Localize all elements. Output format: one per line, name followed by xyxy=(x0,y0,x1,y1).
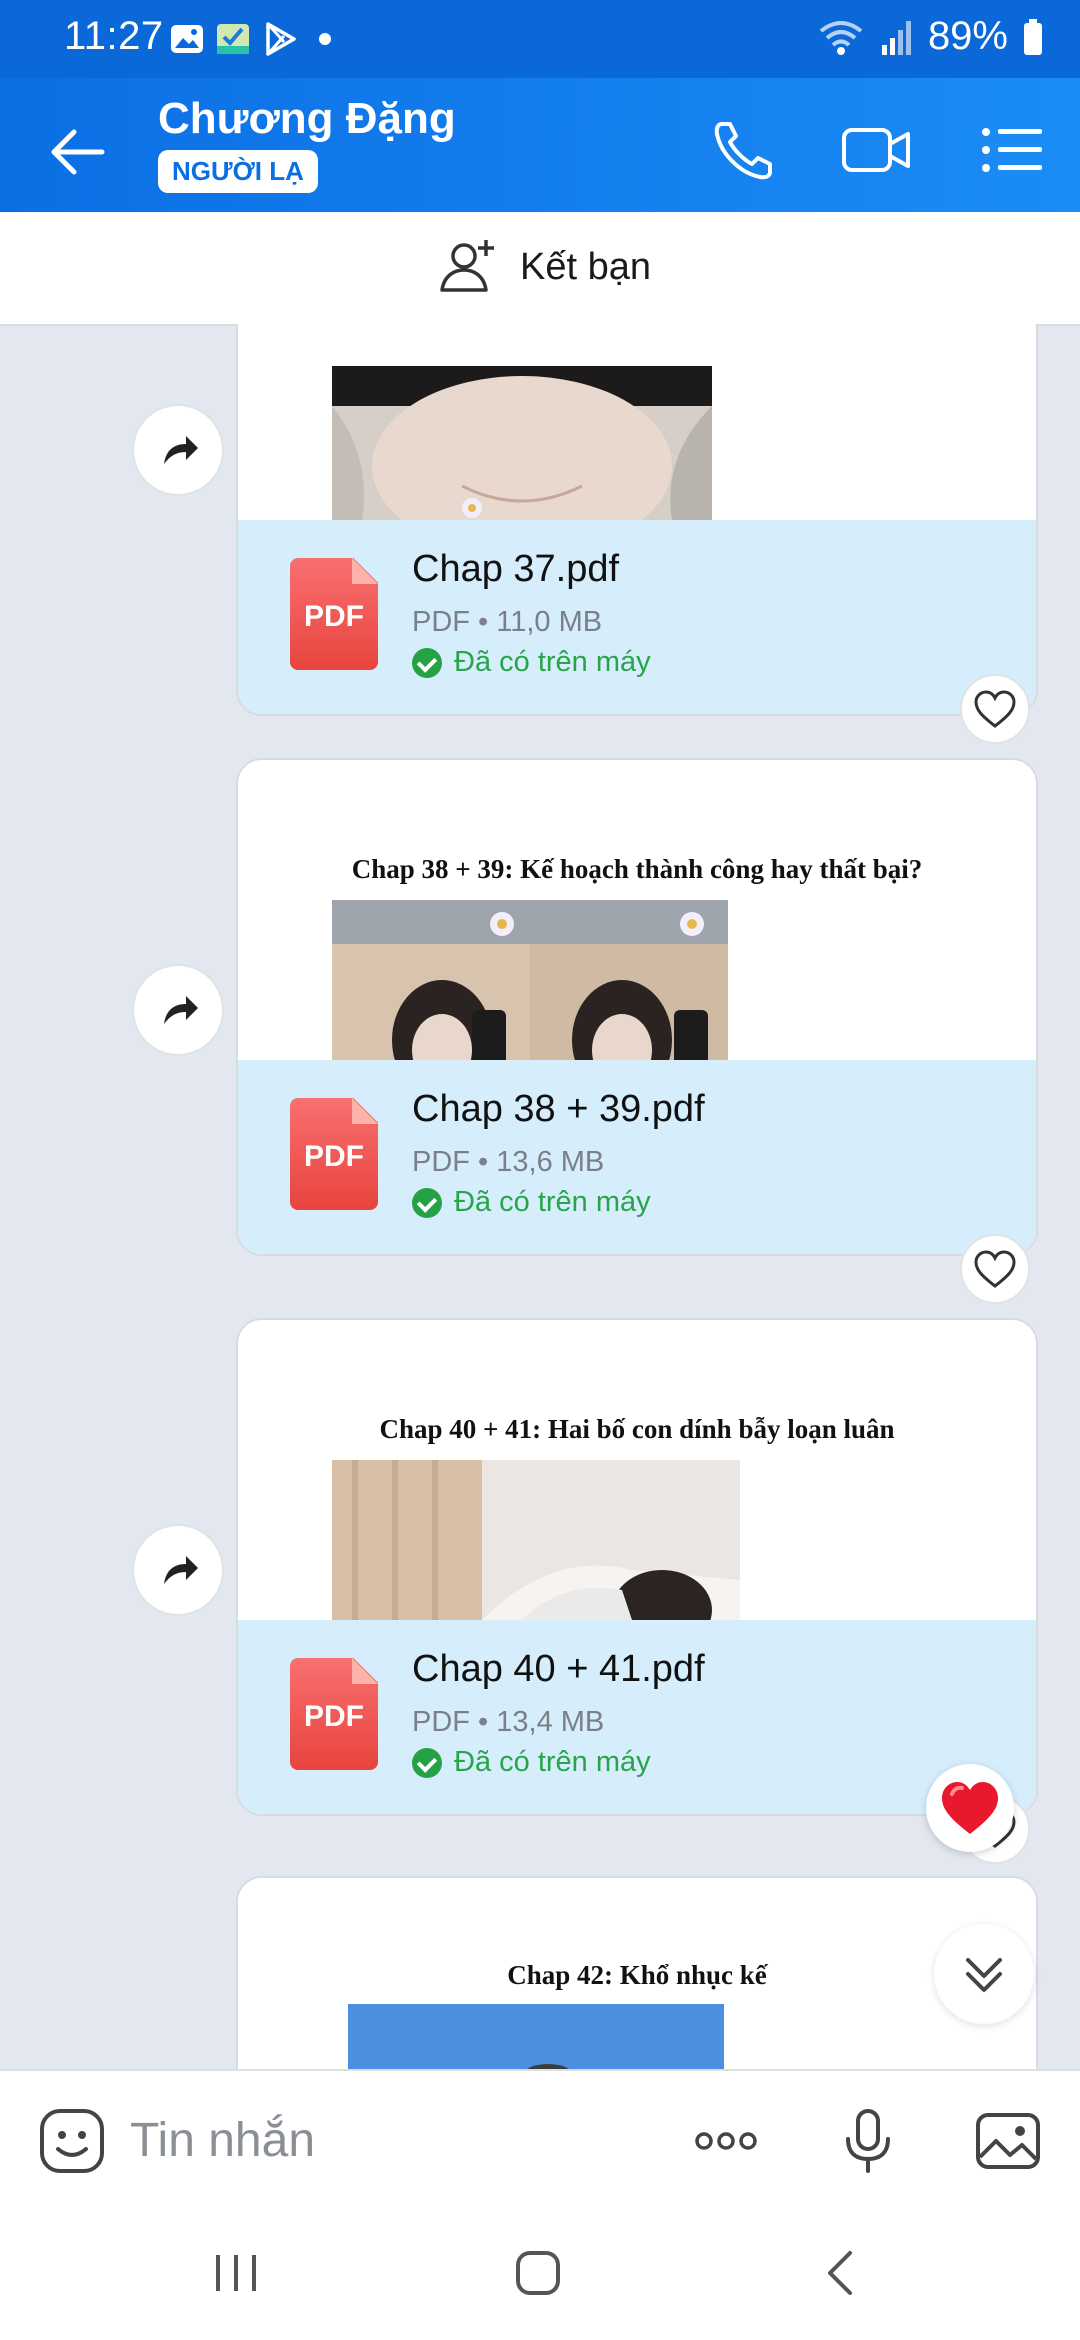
add-friend-button[interactable]: Kết bạn xyxy=(436,234,651,300)
sticker-icon[interactable] xyxy=(36,2105,108,2177)
check-circle-icon xyxy=(412,1187,442,1218)
add-friend-bar: Kết bạn xyxy=(0,212,1080,326)
file-meta: PDF • 13,4 MB xyxy=(412,1706,605,1738)
voice-call-icon[interactable] xyxy=(706,112,782,188)
battery-percent: 89% xyxy=(927,14,1008,58)
gallery-notification-icon xyxy=(171,25,203,53)
more-options-icon[interactable] xyxy=(690,2105,762,2177)
share-arrow-icon xyxy=(164,1556,198,1584)
heart-outline-icon xyxy=(974,1250,1016,1288)
preview-title: Chap 38 + 39: Kế hoạch thành công hay th… xyxy=(351,854,923,884)
more-notifications-dot-icon xyxy=(319,33,331,45)
share-button[interactable] xyxy=(132,964,224,1056)
preview-photo xyxy=(348,2004,724,2069)
share-arrow-icon xyxy=(164,996,198,1024)
red-heart-icon xyxy=(942,1782,998,1834)
download-status: Đã có trên máy xyxy=(412,646,651,679)
double-chevron-down-icon xyxy=(966,1958,1002,1992)
file-message-chap37[interactable]: PDF Chap 37.pdf PDF • 11,0 MB Đã có trên… xyxy=(236,324,1038,716)
video-call-icon[interactable] xyxy=(838,112,914,188)
file-message-chap38-39[interactable]: Chap 38 + 39: Kế hoạch thành công hay th… xyxy=(236,758,1038,1256)
preview-title: Chap 40 + 41: Hai bố con dính bẫy loạn l… xyxy=(379,1414,895,1444)
add-friend-label: Kết bạn xyxy=(520,245,651,288)
share-button[interactable] xyxy=(132,1524,224,1616)
stranger-badge: NGƯỜI LẠ xyxy=(158,150,318,193)
image-picker-icon[interactable] xyxy=(972,2105,1044,2177)
pdf-preview[interactable]: Chap 40 + 41: Hai bố con dính bẫy loạn l… xyxy=(238,1320,1036,1620)
scroll-to-bottom-button[interactable] xyxy=(934,1924,1034,2024)
chat-header: Chương Đặng NGƯỜI LẠ xyxy=(0,78,1080,212)
menu-list-icon[interactable] xyxy=(974,112,1050,188)
signal-icon xyxy=(881,20,911,55)
file-name: Chap 40 + 41.pdf xyxy=(412,1648,705,1690)
file-info[interactable]: PDF Chap 40 + 41.pdf PDF • 13,4 MB Đã có… xyxy=(238,1620,1036,1814)
home-icon[interactable] xyxy=(508,2243,568,2303)
status-bar: 11:27 89% xyxy=(0,0,1080,78)
wifi-icon xyxy=(819,20,863,55)
chat-area[interactable]: PDF Chap 37.pdf PDF • 11,0 MB Đã có trên… xyxy=(0,324,1080,2069)
message-input[interactable]: Tin nhắn xyxy=(130,2113,315,2168)
system-back-icon[interactable] xyxy=(812,2243,872,2303)
recent-apps-icon[interactable] xyxy=(206,2243,266,2303)
file-meta: PDF • 13,6 MB xyxy=(412,1146,605,1178)
check-circle-icon xyxy=(412,647,442,678)
download-status: Đã có trên máy xyxy=(412,1746,651,1779)
share-button[interactable] xyxy=(132,404,224,496)
preview-photo xyxy=(332,900,728,1060)
pdf-file-icon: PDF xyxy=(290,1098,378,1210)
status-time: 11:27 xyxy=(64,14,164,58)
contact-name[interactable]: Chương Đặng xyxy=(158,94,456,144)
preview-title: Chap 42: Khổ nhục kế xyxy=(507,1960,767,1990)
file-info[interactable]: PDF Chap 37.pdf PDF • 11,0 MB Đã có trên… xyxy=(238,520,1036,714)
back-arrow-icon[interactable] xyxy=(40,112,120,192)
share-arrow-icon xyxy=(164,436,198,464)
file-name: Chap 38 + 39.pdf xyxy=(412,1088,705,1130)
file-meta: PDF • 11,0 MB xyxy=(412,606,603,638)
pdf-file-icon: PDF xyxy=(290,1658,378,1770)
add-friend-icon xyxy=(440,240,494,292)
pdf-preview[interactable] xyxy=(238,324,1036,520)
download-status: Đã có trên máy xyxy=(412,1186,651,1219)
system-nav-bar xyxy=(0,2209,1080,2340)
task-notification-icon xyxy=(217,24,249,54)
pdf-file-icon: PDF xyxy=(290,558,378,670)
battery-icon xyxy=(1024,18,1042,55)
file-name: Chap 37.pdf xyxy=(412,548,620,590)
file-message-chap40-41[interactable]: Chap 40 + 41: Hai bố con dính bẫy loạn l… xyxy=(236,1318,1038,1816)
react-heart-button[interactable] xyxy=(960,1234,1030,1304)
microphone-icon[interactable] xyxy=(832,2105,904,2177)
check-circle-icon xyxy=(412,1747,442,1778)
react-heart-button[interactable] xyxy=(960,674,1030,744)
message-input-bar: Tin nhắn xyxy=(0,2069,1080,2211)
pdf-preview[interactable]: Chap 42: Khổ nhục kế xyxy=(238,1878,1036,2069)
play-store-icon xyxy=(266,22,296,56)
preview-photo xyxy=(332,366,712,520)
preview-photo xyxy=(332,1460,740,1620)
heart-reaction-button[interactable] xyxy=(926,1764,1014,1852)
status-right: 89% xyxy=(816,14,1044,59)
file-message-chap42[interactable]: Chap 42: Khổ nhục kế xyxy=(236,1876,1038,2069)
pdf-preview[interactable]: Chap 38 + 39: Kế hoạch thành công hay th… xyxy=(238,760,1036,1060)
heart-outline-icon xyxy=(974,690,1016,728)
file-info[interactable]: PDF Chap 38 + 39.pdf PDF • 13,6 MB Đã có… xyxy=(238,1060,1036,1254)
